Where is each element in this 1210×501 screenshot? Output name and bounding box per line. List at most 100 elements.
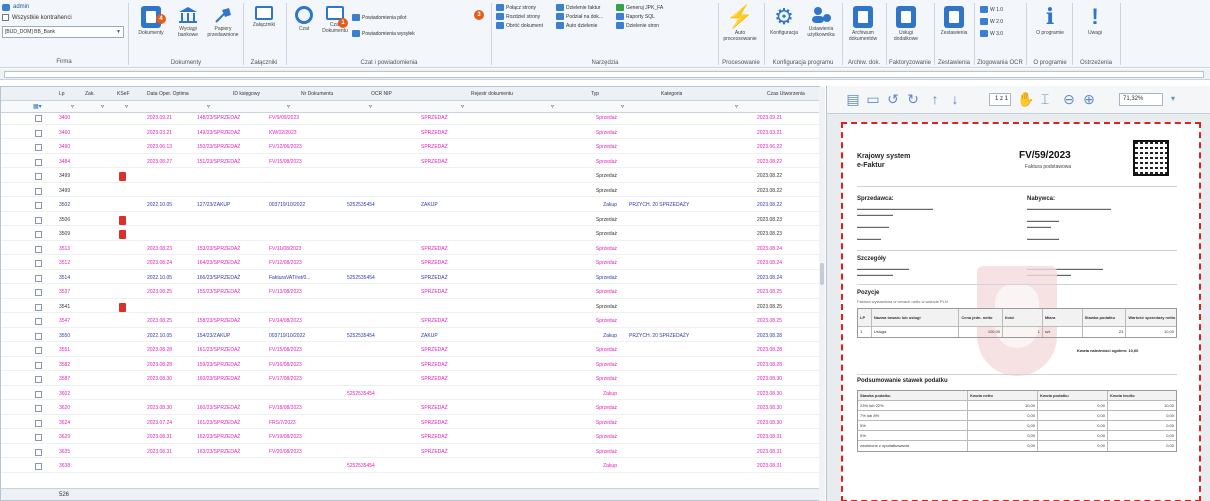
- row-checkbox[interactable]: [35, 463, 42, 470]
- filter-icon[interactable]: ▿: [101, 101, 104, 112]
- rozdziel-strony-item[interactable]: Rozdziel strony: [496, 13, 543, 22]
- table-row[interactable]: 3499 Sprzedaż 2023.08.22: [1, 171, 821, 183]
- rotate-right-icon[interactable]: ↻: [905, 91, 921, 107]
- table-row[interactable]: 3550 2022.10.05 154/23/ZAKUP 003719/10/2022…: [1, 331, 821, 342]
- select-text-icon[interactable]: ⌶: [1037, 91, 1053, 107]
- col-header-zak[interactable]: Zak.: [85, 87, 95, 100]
- czat-button[interactable]: Czat: [292, 6, 316, 32]
- zalaczniki-button[interactable]: Załączniki: [250, 6, 278, 28]
- row-checkbox[interactable]: [35, 376, 42, 383]
- col-header-typ[interactable]: Typ: [591, 87, 599, 100]
- col-header-nr[interactable]: Nr Dokumentu: [301, 87, 333, 100]
- row-checkbox[interactable]: [35, 158, 42, 166]
- auto-processowanie-button[interactable]: ⚡ Auto processowanie: [722, 6, 758, 43]
- row-checkbox[interactable]: [35, 289, 42, 296]
- table-row[interactable]: 3620 2023.08.30 160/23/SPRZEDAŻ FV/18/08/20…: [1, 403, 821, 415]
- filter-icon[interactable]: ▿: [461, 101, 464, 112]
- row-checkbox[interactable]: [35, 361, 42, 369]
- table-row[interactable]: 3499 Sprzedaż 2023.08.22: [1, 186, 821, 197]
- row-checkbox[interactable]: [35, 260, 42, 267]
- filter-icon[interactable]: ▿: [551, 101, 554, 112]
- zoom-in-icon[interactable]: ⊕: [1081, 91, 1097, 107]
- filter-icon[interactable]: ▿: [287, 101, 290, 112]
- arrow-down-icon[interactable]: ↓: [947, 91, 963, 107]
- row-checkbox[interactable]: [35, 303, 42, 311]
- chevron-down-icon[interactable]: ▾: [1165, 91, 1181, 107]
- uwagi-button[interactable]: ! Uwagi: [1080, 6, 1110, 37]
- row-checkbox[interactable]: [35, 231, 42, 238]
- filter-icon[interactable]: ▿: [207, 101, 210, 112]
- table-row[interactable]: 3602 5252535454 Zakup 2023.08.30: [1, 389, 821, 400]
- table-row[interactable]: 3513 2023.08.23 153/23/SPRZEDAŻ FV/11/08/20…: [1, 244, 821, 255]
- table-row[interactable]: 3629 2023.08.31 162/23/SPRZEDAŻ FV/19/08/20…: [1, 432, 821, 444]
- row-checkbox[interactable]: [35, 144, 42, 151]
- table-row[interactable]: 3512 2023.08.24 164/23/SPRZEDAŻ FV/12/08/20…: [1, 258, 821, 270]
- hand-tool-icon[interactable]: ✋: [1017, 91, 1034, 107]
- rotate-left-icon[interactable]: ↺: [885, 91, 901, 107]
- row-checkbox[interactable]: [35, 448, 42, 456]
- firm-select[interactable]: [BUD_DOM] BB_Bank ▼: [2, 26, 124, 38]
- table-row[interactable]: 3624 2023.07.24 161/23/SPRZEDAŻ FRS/7/2023 S…: [1, 418, 821, 429]
- row-checkbox[interactable]: [35, 202, 42, 209]
- filter-icon[interactable]: ▿: [621, 101, 624, 112]
- filter-row[interactable]: Wszystkie kontrahenci: [2, 12, 126, 23]
- col-header-kategoria[interactable]: Kategoria: [661, 87, 682, 100]
- papiery-button[interactable]: Papiery przedawnione: [206, 6, 240, 38]
- col-header-id[interactable]: ID księgowy: [233, 87, 260, 100]
- row-checkbox[interactable]: [35, 419, 42, 427]
- table-row[interactable]: 3400 2023.09.21 148/23/SPRZEDAŻ FV/9/09/202…: [1, 113, 821, 125]
- table-row[interactable]: 3551 2023.08.28 161/23/SPRZEDAŻ FV/15/08/20…: [1, 345, 821, 357]
- user-row[interactable]: admin: [2, 2, 126, 12]
- row-checkbox[interactable]: [35, 434, 42, 441]
- col-header-data[interactable]: Data Oper. Optima: [147, 87, 189, 100]
- row-checkbox[interactable]: [35, 405, 42, 412]
- uzytkownicy-button[interactable]: Ustawienia użytkownika: [804, 6, 838, 38]
- table-row[interactable]: 3502 2022.10.05 127/23/ZAKUP 003719/10/2022…: [1, 200, 821, 212]
- vertical-scrollbar[interactable]: [819, 87, 825, 501]
- table-row[interactable]: 3484 2023.08.27 151/23/SPRZEDAŻ FV/15/08/20…: [1, 157, 821, 168]
- table-row[interactable]: 3514 2022.10.05 166/23/SPRZEDAŻ FakturaVAT/…: [1, 273, 821, 284]
- zoom-select[interactable]: 71,32%: [1119, 93, 1163, 106]
- col-header-ksef[interactable]: KSeF: [117, 87, 130, 100]
- print-icon[interactable]: ▤: [845, 91, 861, 107]
- ocr-item-2[interactable]: W 2.0: [980, 16, 1003, 28]
- scrollbar-thumb[interactable]: [820, 263, 824, 285]
- col-header-czas[interactable]: Czas Utworzenia: [767, 87, 805, 100]
- filter-icon[interactable]: ▿: [125, 101, 128, 112]
- row-checkbox[interactable]: [35, 216, 42, 224]
- arrow-up-icon[interactable]: ↑: [927, 91, 943, 107]
- generuj-jpk-item[interactable]: Generuj JPK_FA: [616, 4, 663, 13]
- zoom-out-icon[interactable]: ⊖: [1061, 91, 1077, 107]
- table-row[interactable]: 3541 Sprzedaż 2023.08.25: [1, 302, 821, 313]
- table-row[interactable]: 3547 2023.08.25 158/23/SPRZEDAŻ FV/14/08/20…: [1, 316, 821, 328]
- obroc-dokument-item[interactable]: Obróć dokument: [496, 22, 543, 31]
- dzielenie-stron-item[interactable]: Dzielenie stron: [616, 22, 663, 31]
- filter-icon[interactable]: ▿: [735, 101, 738, 112]
- table-row[interactable]: 3635 2023.08.31 163/23/SPRZEDAŻ FV/20/08/20…: [1, 447, 821, 458]
- podzial-dok-item[interactable]: Podział na dok...: [556, 13, 603, 22]
- uslugi-button[interactable]: Usługi dodatkowe: [890, 6, 922, 42]
- raporty-sql-item[interactable]: Raporty SQL: [616, 13, 663, 22]
- o-programie-button[interactable]: i O programie: [1032, 6, 1068, 36]
- table-row[interactable]: 3537 2023.08.25 155/23/SPRZEDAŻ FV/13/08/20…: [1, 287, 821, 299]
- row-checkbox[interactable]: [35, 245, 42, 253]
- filter-icon[interactable]: ▿: [369, 101, 372, 112]
- wyciagi-button[interactable]: Wyciągi bankowe: [174, 6, 202, 38]
- row-checkbox[interactable]: [35, 129, 42, 137]
- auto-dzielenie-item[interactable]: Auto dzielenie: [556, 22, 603, 31]
- row-checkbox[interactable]: [35, 115, 42, 122]
- row-checkbox[interactable]: [35, 332, 42, 340]
- row-checkbox[interactable]: [35, 318, 42, 325]
- save-icon[interactable]: ▭: [865, 91, 881, 107]
- row-checkbox[interactable]: [35, 274, 42, 282]
- table-row[interactable]: 3490 2023.06.13 150/23/SPRZEDAŻ FV/12/06/20…: [1, 142, 821, 154]
- col-header-lp[interactable]: Lp: [59, 87, 65, 100]
- col-header-nip[interactable]: OCR NIP: [371, 87, 392, 100]
- dzielenie-faktur-item[interactable]: Dzielenie faktur: [556, 4, 603, 13]
- table-row[interactable]: 3509 Sprzedaż 2023.08.23: [1, 229, 821, 241]
- polacz-strony-item[interactable]: Połącz strony: [496, 4, 543, 13]
- filter-checkbox[interactable]: [2, 14, 9, 21]
- zestawienia-button[interactable]: Zestawienia: [938, 6, 970, 36]
- table-row[interactable]: 3582 2023.08.28 159/23/SPRZEDAŻ FV/16/08/20…: [1, 360, 821, 371]
- filter-toggle-icon[interactable]: ▦▾: [33, 101, 42, 112]
